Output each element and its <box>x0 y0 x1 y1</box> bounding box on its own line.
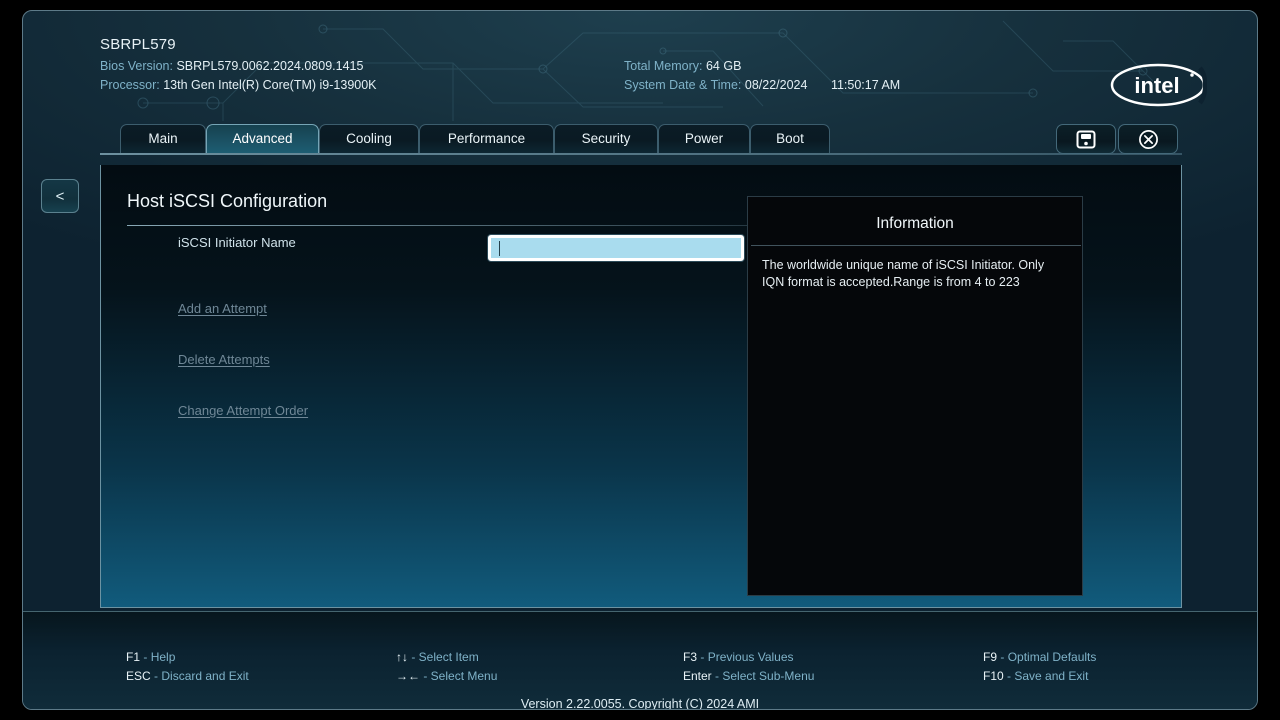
total-memory-label: Total Memory: <box>624 59 703 73</box>
processor-value: 13th Gen Intel(R) Core(TM) i9-13900K <box>163 78 377 92</box>
tab-security[interactable]: Security <box>554 124 658 153</box>
information-panel-divider <box>751 245 1081 246</box>
tab-advanced[interactable]: Advanced <box>206 124 319 153</box>
title-divider <box>127 225 749 226</box>
system-date-time-label: System Date & Time: <box>624 78 742 92</box>
bios-version-value: SBRPL579.0062.2024.0809.1415 <box>176 59 364 73</box>
hint-f10-key: F10 <box>983 669 1004 683</box>
hint-f10-desc: - Save and Exit <box>1007 669 1089 683</box>
information-panel: Information The worldwide unique name of… <box>747 196 1083 596</box>
hint-f3: F3 - Previous Values <box>683 650 794 664</box>
system-date-time-row: System Date & Time: 08/22/2024 11:50:17 … <box>624 78 900 92</box>
hint-f10: F10 - Save and Exit <box>983 669 1088 683</box>
tab-cooling[interactable]: Cooling <box>319 124 419 153</box>
hint-f1-desc: - Help <box>143 650 176 664</box>
hint-esc: ESC - Discard and Exit <box>126 669 249 683</box>
processor-label: Processor: <box>100 78 160 92</box>
save-button[interactable] <box>1056 124 1116 154</box>
hint-esc-desc: - Discard and Exit <box>154 669 249 683</box>
tab-main[interactable]: Main <box>120 124 206 153</box>
page-title: Host iSCSI Configuration <box>127 191 328 211</box>
hint-f9-desc: - Optimal Defaults <box>1000 650 1097 664</box>
hint-f1-key: F1 <box>126 650 141 664</box>
version-copyright: Version 2.22.0055. Copyright (C) 2024 AM… <box>520 697 760 710</box>
floppy-disk-icon <box>1076 130 1096 148</box>
circle-x-icon <box>1138 129 1158 149</box>
information-panel-title: Information <box>876 215 954 232</box>
text-cursor <box>499 240 500 256</box>
hint-f9-key: F9 <box>983 650 998 664</box>
tab-power[interactable]: Power <box>658 124 750 153</box>
iscsi-initiator-name-label: iSCSI Initiator Name <box>178 235 296 250</box>
change-attempt-order-link[interactable]: Change Attempt Order <box>178 403 308 418</box>
intel-logo-icon: intel <box>1110 63 1207 107</box>
header: SBRPL579 Bios Version: SBRPL579.0062.202… <box>23 11 1257 119</box>
svg-text:intel: intel <box>1134 73 1179 98</box>
hint-select-item-desc: - Select Item <box>411 650 479 664</box>
hint-f9: F9 - Optimal Defaults <box>983 650 1096 664</box>
footer-help-bar: F1 - Help ESC - Discard and Exit ↑↓ - Se… <box>23 611 1257 710</box>
total-memory-row: Total Memory: 64 GB <box>624 59 741 73</box>
bios-version-label: Bios Version: <box>100 59 173 73</box>
hint-select-menu-desc: - Select Menu <box>423 669 498 683</box>
hint-f3-desc: - Previous Values <box>700 650 794 664</box>
bios-version-row: Bios Version: SBRPL579.0062.2024.0809.14… <box>100 59 363 73</box>
add-an-attempt-link[interactable]: Add an Attempt <box>178 301 267 316</box>
hint-select-menu-key: →← <box>396 669 420 683</box>
iscsi-initiator-name-input[interactable] <box>488 235 744 261</box>
system-time-value: 11:50:17 AM <box>830 78 901 92</box>
system-date-value: 08/22/2024 <box>744 78 808 92</box>
delete-attempts-link[interactable]: Delete Attempts <box>178 352 270 367</box>
hint-f3-key: F3 <box>683 650 698 664</box>
hint-select-item: ↑↓ - Select Item <box>396 650 479 664</box>
back-button[interactable]: < <box>41 179 79 213</box>
total-memory-value: 64 GB <box>705 59 742 73</box>
processor-row: Processor: 13th Gen Intel(R) Core(TM) i9… <box>100 78 377 92</box>
bios-window: SBRPL579 Bios Version: SBRPL579.0062.202… <box>22 10 1258 710</box>
hint-select-item-key: ↑↓ <box>396 650 408 664</box>
tab-performance[interactable]: Performance <box>419 124 554 153</box>
information-panel-body: The worldwide unique name of iSCSI Initi… <box>762 258 1045 289</box>
hint-enter-desc: - Select Sub-Menu <box>715 669 815 683</box>
close-button[interactable] <box>1118 124 1178 154</box>
system-title: SBRPL579 <box>100 36 176 53</box>
main-content-panel: Host iSCSI Configuration iSCSI Initiator… <box>100 165 1182 608</box>
tab-bar-underline <box>100 153 1182 155</box>
hint-enter-key: Enter <box>683 669 712 683</box>
hint-select-menu: →← - Select Menu <box>396 669 497 683</box>
hint-esc-key: ESC <box>126 669 151 683</box>
hint-enter: Enter - Select Sub-Menu <box>683 669 814 683</box>
hint-f1: F1 - Help <box>126 650 175 664</box>
tab-boot[interactable]: Boot <box>750 124 830 153</box>
